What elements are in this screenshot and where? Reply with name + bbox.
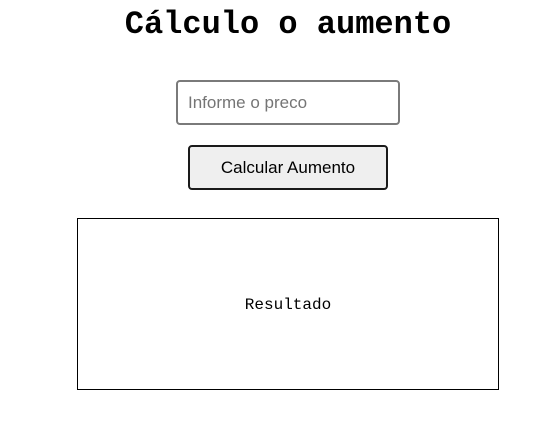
result-text: Resultado [244, 296, 332, 314]
price-input[interactable] [176, 80, 400, 125]
page-title: Cálculo o aumento [124, 6, 452, 43]
result-box: Resultado [77, 218, 499, 390]
calculate-increase-button[interactable]: Calcular Aumento [188, 145, 388, 190]
